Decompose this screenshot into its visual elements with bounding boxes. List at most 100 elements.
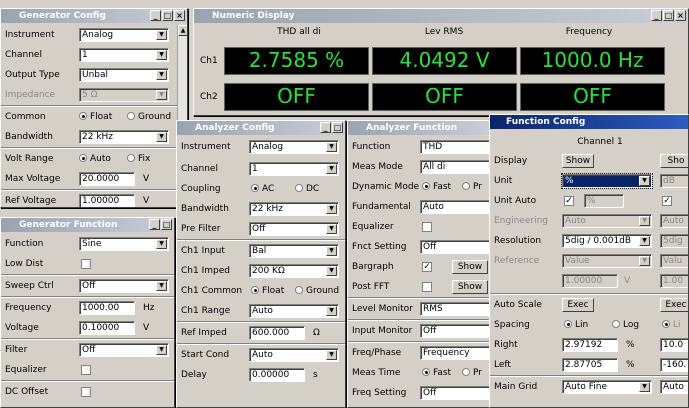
minimize-icon[interactable]: _ <box>149 219 160 230</box>
chevron-down-icon[interactable]: ▼ <box>156 345 167 355</box>
fnct-setting-select[interactable]: Off <box>420 240 491 254</box>
auto-scale-exec-button-ch2[interactable]: Exec <box>660 298 688 312</box>
display-show-button[interactable]: Show <box>562 154 594 168</box>
function-select[interactable]: Sine ▼ <box>79 237 169 251</box>
left-input[interactable]: 2.87705 <box>562 358 618 372</box>
coupling-dc-radio[interactable]: DC <box>295 181 319 197</box>
voltage-input[interactable]: 0.10000 <box>79 321 135 335</box>
maximize-icon[interactable]: □ <box>161 219 172 230</box>
resolution-select[interactable]: 5dig / 0.001dB ▼ <box>562 234 652 248</box>
ch1-common-float-radio[interactable]: Float <box>251 283 284 299</box>
delay-input[interactable]: 0.00000 <box>249 368 305 382</box>
main-grid-select-ch2[interactable]: Auto <box>660 380 688 394</box>
bandwidth-select[interactable]: 22 kHz ▼ <box>79 130 169 144</box>
chevron-down-icon[interactable]: ▼ <box>156 70 167 80</box>
analyzer-config-titlebar[interactable]: Analyzer Config _ □ <box>177 121 345 135</box>
analyzer-instrument-select[interactable]: Analog ▼ <box>249 140 339 154</box>
max-voltage-input[interactable]: 20.0000 <box>79 172 135 186</box>
volt-range-fix-radio[interactable]: Fix <box>127 151 150 167</box>
close-icon[interactable]: × <box>174 10 185 21</box>
common-ground-radio[interactable]: Ground <box>127 109 171 125</box>
maximize-icon[interactable]: □ <box>332 122 343 133</box>
chevron-down-icon[interactable]: ▼ <box>326 350 337 360</box>
auto-scale-exec-button[interactable]: Exec <box>562 298 594 312</box>
minimize-icon[interactable]: _ <box>150 10 161 21</box>
bargraph-show-button[interactable]: Show <box>452 260 488 274</box>
minimize-icon[interactable]: _ <box>651 10 662 21</box>
coupling-ac-radio[interactable]: AC <box>251 181 274 197</box>
chevron-down-icon[interactable]: ▼ <box>326 306 337 316</box>
common-float-radio[interactable]: Float <box>79 109 112 125</box>
dynamic-fast-radio[interactable]: Fast <box>422 179 451 195</box>
ch1-common-ground-radio[interactable]: Ground <box>295 283 339 299</box>
low-dist-checkbox[interactable] <box>81 259 91 269</box>
volt-range-auto-radio[interactable]: Auto <box>79 151 111 167</box>
frequency-input[interactable]: 1000.00 <box>79 301 135 315</box>
close-icon[interactable]: × <box>675 10 686 21</box>
function-config-titlebar[interactable]: Function Config <box>490 115 688 129</box>
right-input[interactable]: 2.97192 <box>562 338 618 352</box>
ref-imped-input[interactable]: 600.000 <box>249 326 305 340</box>
minimize-icon[interactable]: _ <box>320 122 331 133</box>
analyzer-channel-select[interactable]: 1 ▼ <box>249 162 339 176</box>
left-input-ch2[interactable]: -160. <box>660 358 688 372</box>
instrument-select[interactable]: Analog ▼ <box>79 28 169 42</box>
maximize-icon[interactable]: □ <box>162 10 173 21</box>
chevron-down-icon[interactable]: ▼ <box>326 224 337 234</box>
chevron-down-icon[interactable]: ▼ <box>156 30 167 40</box>
chevron-down-icon[interactable]: ▼ <box>326 204 337 214</box>
analyzer-equalizer-checkbox[interactable] <box>422 222 432 232</box>
chevron-down-icon[interactable]: ▼ <box>156 239 167 249</box>
main-grid-select[interactable]: Auto Fine ▼ <box>562 380 652 394</box>
generator-config-titlebar[interactable]: Generator Config _ □ × <box>1 9 187 23</box>
chevron-down-icon[interactable]: ▼ <box>326 142 337 152</box>
unit-auto-checkbox-ch2[interactable]: ✓ <box>662 196 672 206</box>
chevron-down-icon[interactable]: ▼ <box>639 176 650 186</box>
spacing-lin-radio[interactable]: Lin <box>564 317 588 333</box>
level-monitor-select[interactable]: RMS <box>420 302 491 316</box>
post-fft-show-button[interactable]: Show <box>452 280 488 294</box>
meas-mode-select[interactable]: All di <box>420 160 491 174</box>
spacing-log-radio[interactable]: Log <box>612 317 639 333</box>
chevron-down-icon[interactable]: ▼ <box>156 50 167 60</box>
analyzer-bandwidth-select[interactable]: 22 kHz ▼ <box>249 202 339 216</box>
sweep-ctrl-select[interactable]: Off ▼ <box>79 279 169 293</box>
analyzer-function-select[interactable]: THD <box>420 140 491 154</box>
right-input-ch2[interactable]: 10.0 <box>660 338 688 352</box>
start-cond-select[interactable]: Auto ▼ <box>249 348 339 362</box>
analyzer-function-titlebar[interactable]: Analyzer Function <box>348 121 491 135</box>
numeric-display-titlebar[interactable]: Numeric Display _ □ × <box>194 9 688 23</box>
dc-offset-checkbox[interactable] <box>81 387 91 397</box>
freq-setting-select[interactable]: Off <box>420 386 491 400</box>
chevron-down-icon[interactable]: ▼ <box>326 246 337 256</box>
bargraph-checkbox[interactable]: ✓ <box>422 262 432 272</box>
pre-filter-select[interactable]: Off ▼ <box>249 222 339 236</box>
meas-time-precision-radio[interactable]: Pr <box>462 365 482 381</box>
fundamental-select[interactable]: Auto <box>420 200 491 214</box>
filter-select[interactable]: Off ▼ <box>79 343 169 357</box>
ref-voltage-input[interactable]: 1.00000 <box>79 194 135 207</box>
generator-function-titlebar[interactable]: Generator Function _ □ <box>1 218 174 232</box>
input-monitor-select[interactable]: Off <box>420 324 491 338</box>
channel-select[interactable]: 1 ▼ <box>79 48 169 62</box>
ch1-range-select[interactable]: Auto ▼ <box>249 304 339 318</box>
maximize-icon[interactable]: □ <box>663 10 674 21</box>
freq-phase-select[interactable]: Frequency <box>420 346 491 360</box>
chevron-down-icon[interactable]: ▼ <box>156 281 167 291</box>
chevron-down-icon[interactable]: ▼ <box>326 164 337 174</box>
spacing-lin-radio-ch2[interactable]: Li <box>662 317 681 333</box>
ch1-imped-select[interactable]: 200 KΩ ▼ <box>249 264 339 278</box>
meas-time-fast-radio[interactable]: Fast <box>422 365 451 381</box>
post-fft-checkbox[interactable] <box>422 282 432 292</box>
scroll-up-icon[interactable]: ▲ <box>178 25 187 36</box>
unit-auto-checkbox[interactable]: ✓ <box>564 196 574 206</box>
equalizer-checkbox[interactable] <box>81 365 91 375</box>
dynamic-precision-radio[interactable]: Pr <box>462 179 482 195</box>
unit-select[interactable]: % ▼ <box>561 173 653 189</box>
output-type-select[interactable]: Unbal ▼ <box>79 68 169 82</box>
chevron-down-icon[interactable]: ▼ <box>639 382 650 392</box>
chevron-down-icon[interactable]: ▼ <box>639 236 650 246</box>
ch1-input-select[interactable]: Bal ▼ <box>249 244 339 258</box>
display-show-button-ch2[interactable]: Sho <box>660 154 688 168</box>
chevron-down-icon[interactable]: ▼ <box>156 132 167 142</box>
